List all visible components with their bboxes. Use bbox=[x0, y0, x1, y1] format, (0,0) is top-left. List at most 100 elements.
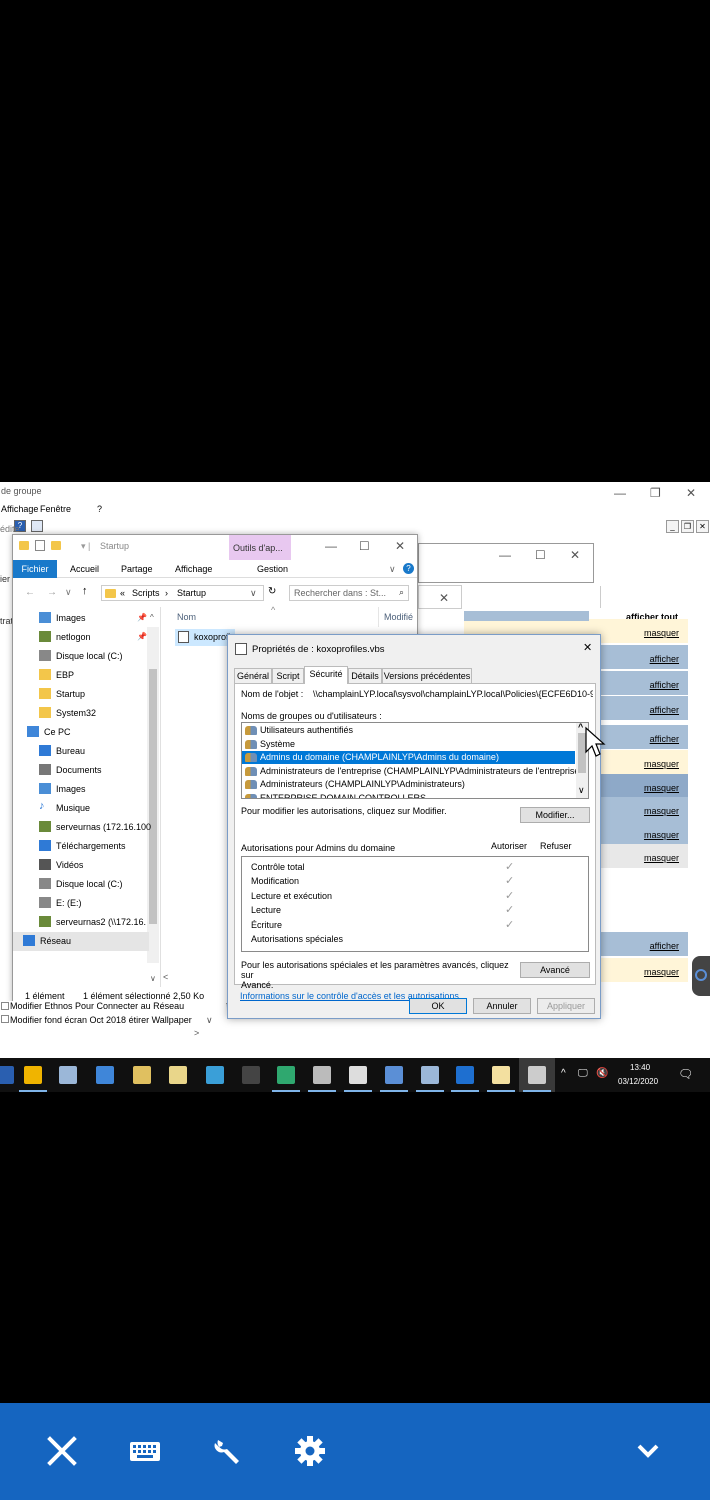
keyboard-icon[interactable] bbox=[125, 1431, 165, 1471]
recent-dropdown-icon[interactable]: ∨ bbox=[65, 587, 72, 598]
nav-item-vid-os[interactable]: Vidéos bbox=[13, 856, 149, 875]
remote-side-handle[interactable] bbox=[692, 956, 710, 996]
tab-securite[interactable]: Sécurité bbox=[304, 666, 348, 684]
path-overflow[interactable]: « bbox=[120, 588, 125, 598]
apply-button[interactable]: Appliquer bbox=[537, 998, 595, 1014]
mdi-minimize-icon[interactable]: _ bbox=[666, 520, 679, 533]
group-item[interactable]: Système bbox=[242, 738, 575, 751]
file-explorer-icon[interactable] bbox=[24, 1066, 42, 1084]
nav-item-startup[interactable]: Startup bbox=[13, 685, 149, 704]
qat-dropdown-icon[interactable]: ▾ | bbox=[81, 541, 90, 552]
tab-partage[interactable]: Partage bbox=[121, 564, 153, 574]
network-status-icon[interactable]: 🖵 bbox=[578, 1068, 588, 1079]
mdi-close-icon[interactable]: ✕ bbox=[696, 520, 709, 533]
show-link[interactable]: afficher bbox=[650, 941, 679, 951]
nav-item-ce-pc[interactable]: Ce PC bbox=[13, 723, 149, 742]
chevron-down-icon[interactable] bbox=[628, 1431, 668, 1471]
nav-item-disque-local-c[interactable]: Disque local (C:) bbox=[13, 875, 149, 894]
nav-scroll-down-icon[interactable]: ∨ bbox=[150, 974, 156, 983]
tray-expand-icon[interactable]: ^ bbox=[561, 1068, 566, 1079]
nav-item-e-e[interactable]: E: (E:) bbox=[13, 894, 149, 913]
nav-item-images[interactable]: Images bbox=[13, 609, 149, 628]
tab-script[interactable]: Script bbox=[272, 668, 304, 683]
dropdown-icon[interactable]: ∨ bbox=[206, 1015, 213, 1026]
bg-window-maximize-icon[interactable]: ☐ bbox=[535, 548, 546, 562]
nav-item-r-seau[interactable]: Réseau bbox=[13, 932, 149, 951]
menu-help[interactable]: ? bbox=[97, 504, 102, 514]
tab-general[interactable]: Général bbox=[234, 668, 272, 683]
ribbon-expand-icon[interactable]: ∨ bbox=[389, 564, 396, 575]
hide-link[interactable]: masquer bbox=[644, 759, 679, 769]
small-dialog-close-icon[interactable]: ✕ bbox=[439, 591, 449, 605]
nav-item-system32[interactable]: System32 bbox=[13, 704, 149, 723]
ok-button[interactable]: OK bbox=[409, 998, 467, 1014]
address-dropdown-icon[interactable]: ∨ bbox=[250, 588, 257, 599]
file-row-koxoprofiles[interactable]: koxoprofi bbox=[175, 629, 235, 646]
menu-affichage[interactable]: Affichage bbox=[1, 504, 38, 514]
up-icon[interactable]: ↑ bbox=[82, 585, 88, 597]
tab-accueil[interactable]: Accueil bbox=[70, 564, 99, 574]
nav-item-images[interactable]: Images bbox=[13, 780, 149, 799]
path-startup[interactable]: Startup bbox=[177, 588, 206, 598]
wrench-icon[interactable] bbox=[208, 1431, 248, 1471]
group-item[interactable]: Administrateurs (CHAMPLAINLYP\Administra… bbox=[242, 778, 575, 791]
bg-window-minimize-icon[interactable]: — bbox=[499, 548, 511, 562]
nav-scroll-up-icon[interactable]: ^ bbox=[150, 613, 154, 622]
control-panel-icon[interactable] bbox=[96, 1066, 114, 1084]
bg-window-close-icon[interactable]: ✕ bbox=[570, 548, 580, 562]
tab-versions[interactable]: Versions précédentes bbox=[382, 668, 472, 683]
new-folder-icon[interactable] bbox=[51, 541, 61, 551]
clock-date[interactable]: 03/12/2020 bbox=[618, 1077, 658, 1086]
document-icon[interactable] bbox=[313, 1066, 331, 1084]
show-link[interactable]: afficher bbox=[650, 705, 679, 715]
server-manager-icon[interactable] bbox=[59, 1066, 77, 1084]
dialog-close-icon[interactable]: ✕ bbox=[583, 641, 592, 654]
scroll-up-icon[interactable]: ^ bbox=[578, 723, 583, 732]
menu-fenetre[interactable]: Fenêtre bbox=[40, 504, 71, 514]
advanced-button[interactable]: Avancé bbox=[520, 962, 590, 978]
quick-access-icon[interactable] bbox=[19, 541, 29, 551]
refresh-icon[interactable]: ↻ bbox=[268, 586, 276, 597]
tab-gestion[interactable]: Gestion bbox=[257, 564, 288, 574]
package-icon[interactable] bbox=[206, 1066, 224, 1084]
hscroll-right-icon[interactable]: > bbox=[194, 1028, 199, 1038]
nav-item-documents[interactable]: Documents bbox=[13, 761, 149, 780]
close-icon[interactable]: ✕ bbox=[686, 486, 696, 500]
clock-app-icon[interactable] bbox=[349, 1066, 367, 1084]
hide-link[interactable]: masquer bbox=[644, 806, 679, 816]
show-link[interactable]: afficher bbox=[650, 734, 679, 744]
computer-tool-icon[interactable] bbox=[421, 1066, 439, 1084]
nav-item-bureau[interactable]: Bureau bbox=[13, 742, 149, 761]
maximize-icon[interactable]: ❐ bbox=[650, 486, 661, 500]
folders-icon[interactable] bbox=[169, 1066, 187, 1084]
explorer-close-icon[interactable]: ✕ bbox=[395, 539, 405, 553]
cancel-button[interactable]: Annuler bbox=[473, 998, 531, 1014]
show-link[interactable]: afficher bbox=[650, 680, 679, 690]
nav-item-serveurnas-172-16-100[interactable]: serveurnas (172.16.100 bbox=[13, 818, 151, 837]
column-name[interactable]: Nom bbox=[177, 612, 196, 622]
column-modified[interactable]: Modifié bbox=[384, 612, 413, 622]
group-item[interactable]: ENTERPRISE DOMAIN CONTROLLERS bbox=[242, 792, 575, 798]
gpo-item-ethnos[interactable]: Modifier Ethnos Pour Connecter au Réseau bbox=[10, 1001, 184, 1011]
notepad-icon[interactable] bbox=[492, 1066, 510, 1084]
forward-icon[interactable]: → bbox=[47, 587, 57, 598]
show-link[interactable]: afficher bbox=[650, 654, 679, 664]
tab-affichage[interactable]: Affichage bbox=[175, 564, 212, 574]
tab-details[interactable]: Détails bbox=[348, 668, 382, 683]
nav-item-disque-local-c[interactable]: Disque local (C:) bbox=[13, 647, 149, 666]
clock-time[interactable]: 13:40 bbox=[630, 1063, 650, 1072]
path-scripts[interactable]: Scripts bbox=[132, 588, 160, 598]
hscroll-left-icon[interactable]: < bbox=[163, 972, 168, 982]
scroll-down-icon[interactable]: ∨ bbox=[578, 785, 585, 796]
start-icon[interactable] bbox=[0, 1066, 14, 1084]
back-icon[interactable]: ← bbox=[25, 587, 35, 598]
address-bar[interactable]: « Scripts › Startup ∨ bbox=[101, 585, 264, 601]
settings-gear-icon[interactable] bbox=[290, 1431, 330, 1471]
hide-link[interactable]: masquer bbox=[644, 967, 679, 977]
nav-item-netlogon[interactable]: netlogon bbox=[13, 628, 149, 647]
search-input[interactable]: Rechercher dans : St... ⌕ bbox=[289, 585, 409, 601]
nav-item-t-l-chargements[interactable]: Téléchargements bbox=[13, 837, 149, 856]
minimize-icon[interactable]: — bbox=[614, 486, 626, 500]
nav-item-serveurnas2-172-16[interactable]: serveurnas2 (\\172.16. bbox=[13, 913, 149, 932]
contextual-tab-label[interactable]: Outils d'ap... bbox=[233, 543, 283, 553]
